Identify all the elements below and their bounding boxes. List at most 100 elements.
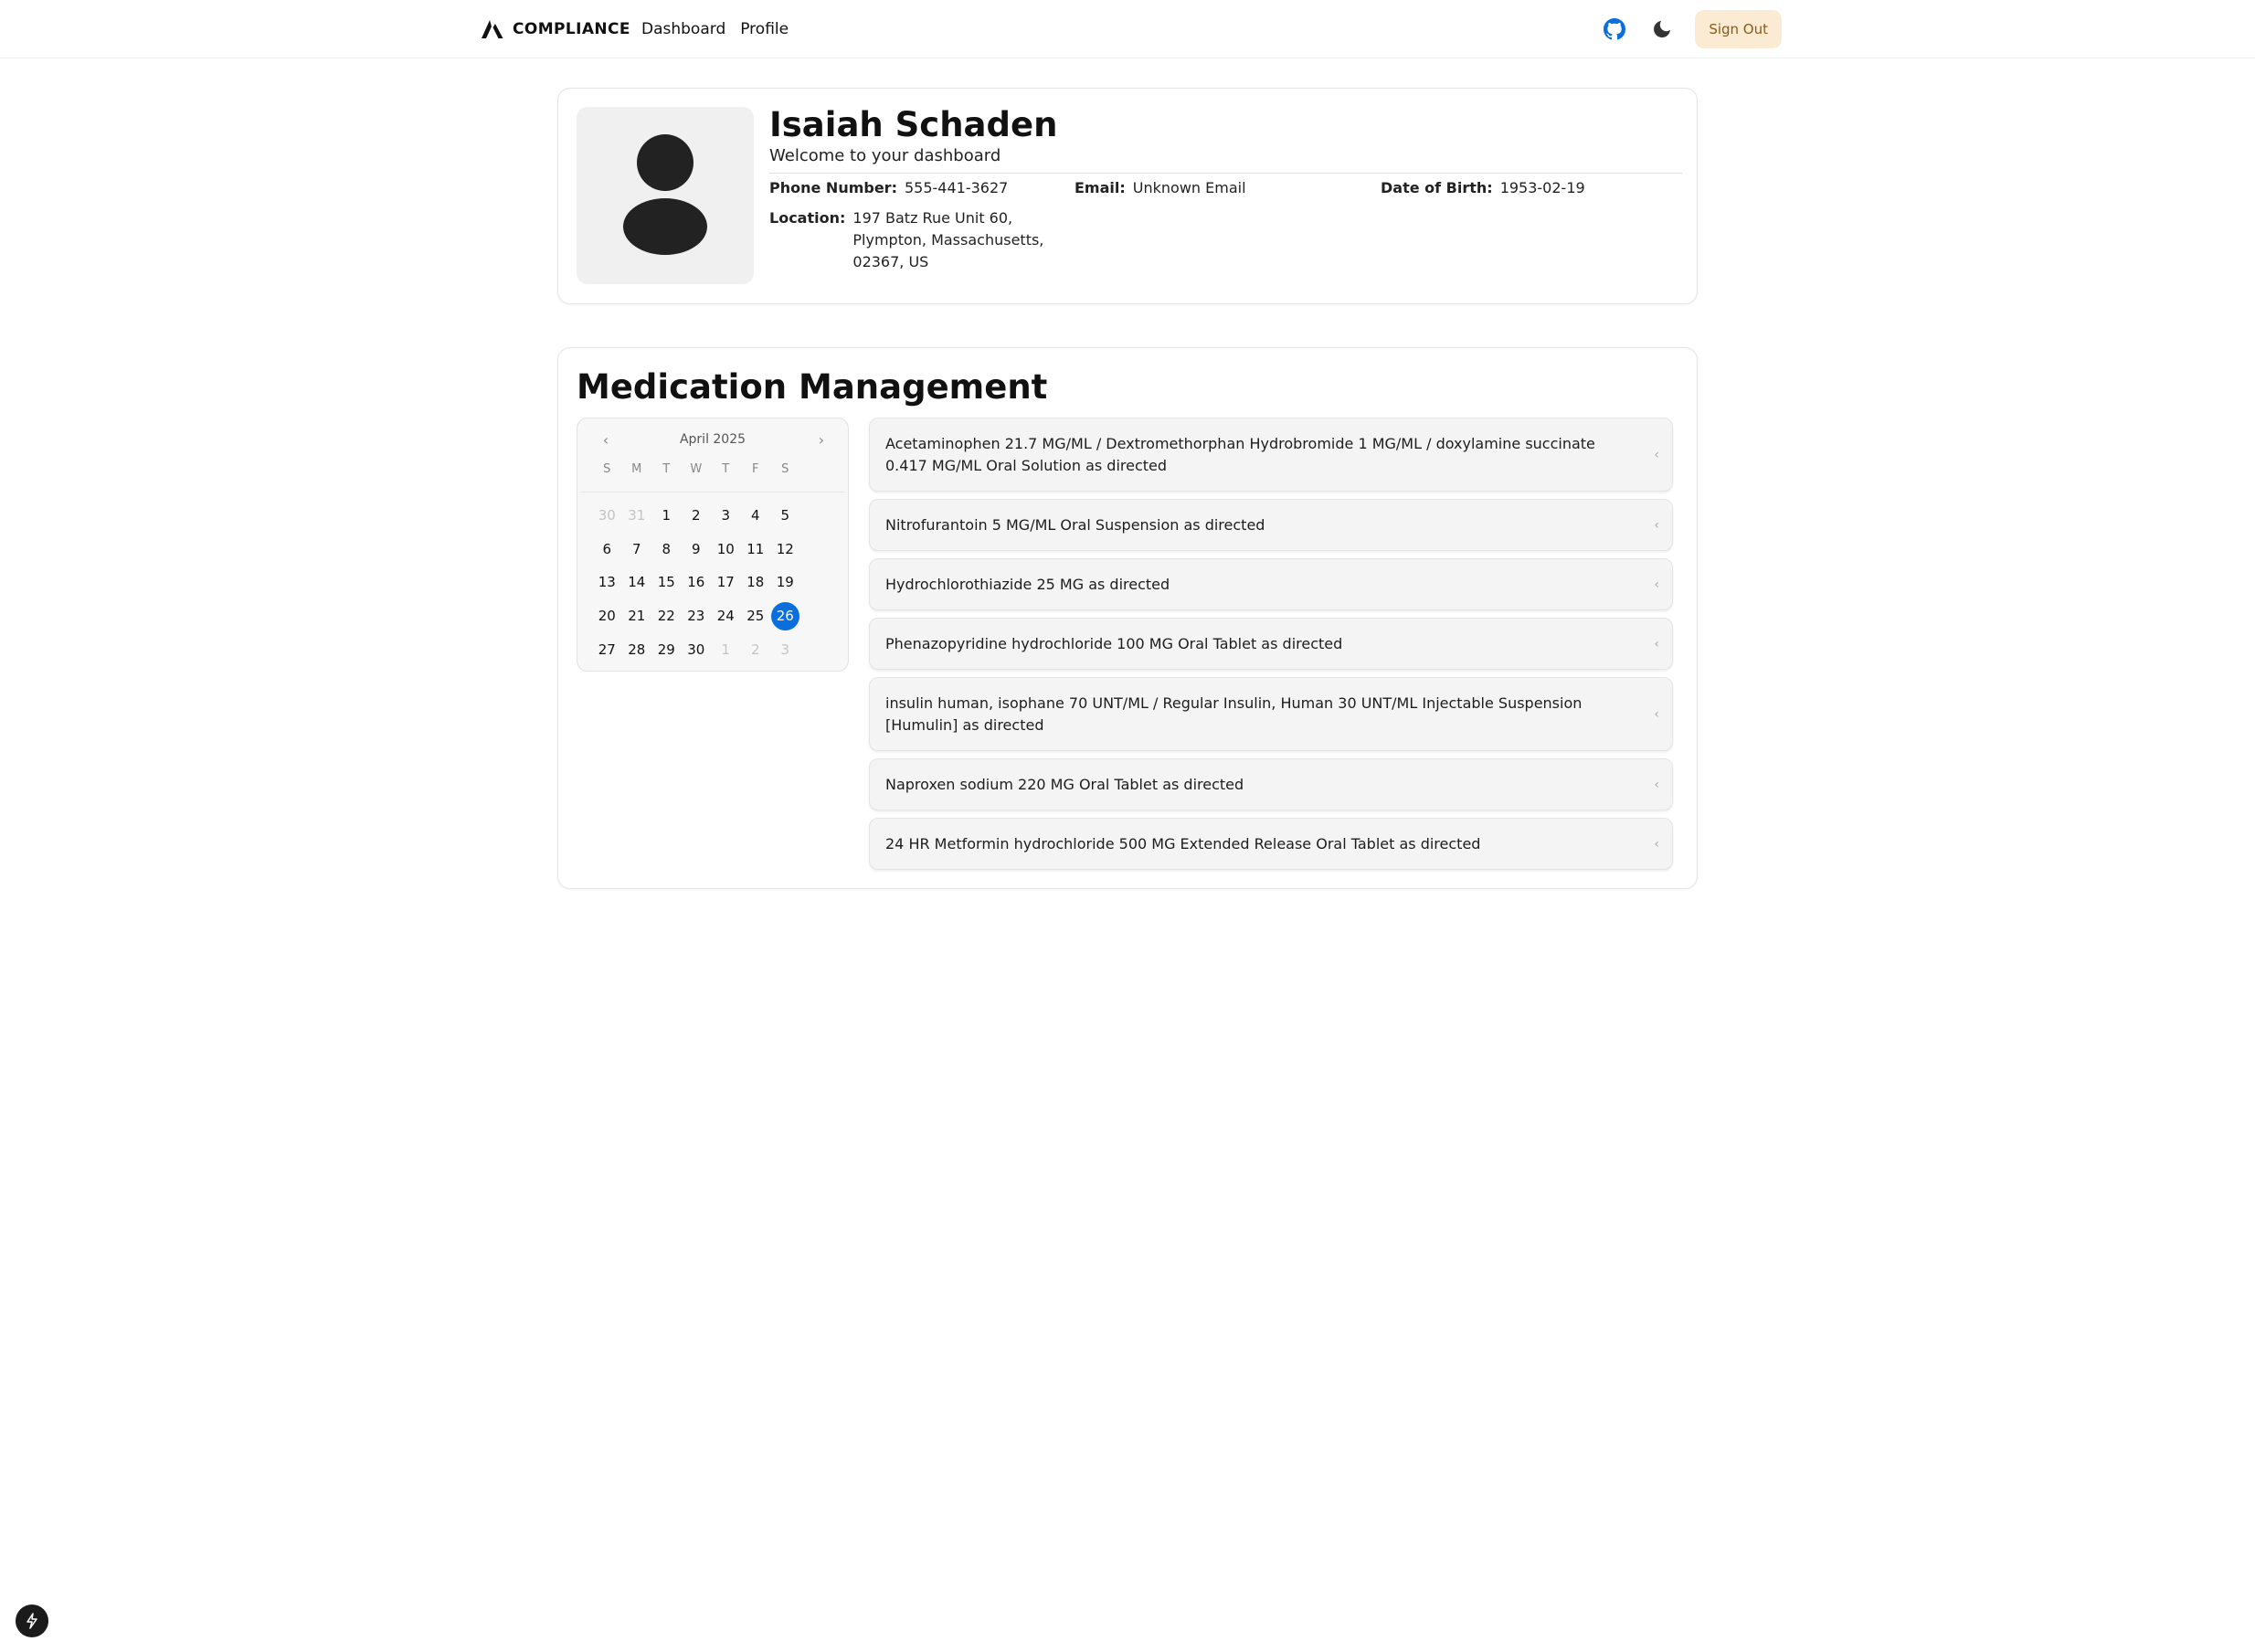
nav-link-dashboard[interactable]: Dashboard [641, 20, 725, 38]
calendar-month-label: April 2025 [679, 432, 746, 447]
calendar-day[interactable]: 17 [711, 566, 741, 599]
dev-tools-button[interactable] [16, 1604, 48, 1637]
avatar [577, 107, 754, 284]
calendar-weekdays: S M T W T F S [592, 462, 800, 476]
medication-item[interactable]: insulin human, isophane 70 UNT/ML / Regu… [869, 677, 1673, 751]
phone-value: 555-441-3627 [904, 179, 1009, 196]
calendar-day[interactable]: 21 [622, 599, 652, 633]
profile-name: Isaiah Schaden [769, 105, 1058, 144]
calendar-day[interactable]: 15 [651, 566, 682, 599]
medication-name: Phenazopyridine hydrochloride 100 MG Ora… [885, 634, 1343, 652]
brand[interactable]: COMPLIANCE [482, 17, 630, 41]
chevron-left-icon: ‹ [1654, 577, 1659, 592]
location-label: Location: [769, 209, 846, 227]
calendar-day-number: 24 [716, 608, 735, 625]
email-label: Email: [1075, 179, 1126, 196]
calendar-day[interactable]: 6 [592, 533, 622, 567]
chevron-left-icon: ‹ [1654, 447, 1659, 462]
calendar-day[interactable]: 22 [651, 599, 682, 633]
calendar-day-number: 14 [628, 574, 646, 591]
calendar-day[interactable]: 13 [592, 566, 622, 599]
calendar-day[interactable]: 25 [741, 599, 771, 633]
calendar-day[interactable]: 11 [741, 533, 771, 567]
calendar-day[interactable]: 30 [682, 632, 712, 666]
brand-name: COMPLIANCE [513, 20, 630, 38]
calendar-day[interactable]: 31 [622, 499, 652, 533]
email-value: Unknown Email [1132, 179, 1246, 196]
calendar-day-number: 12 [776, 540, 794, 557]
calendar-day-number: 7 [631, 540, 641, 557]
calendar-day-number: 1 [721, 641, 731, 658]
location-field: Location: 197 Batz Rue Unit 60, Plympton… [769, 207, 1044, 273]
nav-link-profile[interactable]: Profile [740, 20, 789, 38]
medication-name: Acetaminophen 21.7 MG/ML / Dextromethorp… [885, 434, 1595, 474]
calendar-day-number: 3 [721, 507, 731, 524]
moon-icon [1654, 21, 1671, 37]
calendar-day-number: 25 [746, 608, 765, 625]
triangle-logo-icon [482, 20, 503, 38]
medication-item[interactable]: Phenazopyridine hydrochloride 100 MG Ora… [869, 618, 1673, 670]
calendar-day[interactable]: 7 [622, 533, 652, 567]
calendar-day[interactable]: 18 [741, 566, 771, 599]
medication-item[interactable]: Nitrofurantoin 5 MG/ML Oral Suspension a… [869, 499, 1673, 551]
calendar-day[interactable]: 12 [770, 533, 800, 567]
calendar-day[interactable]: 8 [651, 533, 682, 567]
medication-item[interactable]: Hydrochlorothiazide 25 MG as directed ‹ [869, 558, 1673, 610]
calendar-day[interactable]: 28 [622, 632, 652, 666]
calendar-day[interactable]: 16 [682, 566, 712, 599]
calendar-day[interactable]: 9 [682, 533, 712, 567]
calendar-day-number: 11 [746, 540, 765, 557]
calendar-day-number: 1 [662, 507, 672, 524]
calendar-day-number: 6 [602, 540, 612, 557]
medication-item[interactable]: Acetaminophen 21.7 MG/ML / Dextromethorp… [869, 418, 1673, 492]
weekday-label: F [752, 462, 759, 476]
calendar-day[interactable]: 29 [651, 632, 682, 666]
calendar-day[interactable]: 24 [711, 599, 741, 633]
chevron-right-icon[interactable]: › [811, 429, 831, 450]
calendar-day-number: 8 [662, 540, 672, 557]
calendar-day[interactable]: 2 [741, 632, 771, 666]
calendar-day[interactable]: 19 [770, 566, 800, 599]
calendar-day-number: 29 [657, 641, 675, 658]
dob-field: Date of Birth: 1953-02-19 [1381, 177, 1692, 199]
calendar-day[interactable]: 14 [622, 566, 652, 599]
calendar-header: April 2025 ‹ › [577, 429, 848, 450]
medication-name: Naproxen sodium 220 MG Oral Tablet as di… [885, 775, 1244, 793]
calendar-day[interactable]: 27 [592, 632, 622, 666]
calendar-day-number: 19 [776, 574, 794, 591]
calendar-day[interactable]: 5 [770, 499, 800, 533]
calendar-day[interactable]: 1 [651, 499, 682, 533]
calendar-day[interactable]: 10 [711, 533, 741, 567]
calendar-day-number: 18 [746, 574, 765, 591]
chevron-left-icon: ‹ [1654, 706, 1659, 722]
calendar-day-number: 2 [750, 641, 760, 658]
profile-card: Isaiah Schaden Welcome to your dashboard… [557, 88, 1698, 304]
calendar-day-number: 28 [628, 641, 646, 658]
medication-item[interactable]: Naproxen sodium 220 MG Oral Tablet as di… [869, 758, 1673, 810]
github-button[interactable] [1600, 15, 1629, 44]
chevron-left-icon[interactable]: ‹ [596, 429, 616, 450]
calendar-day-number: 9 [691, 540, 701, 557]
calendar-day[interactable]: 3 [770, 632, 800, 666]
medication-item[interactable]: 24 HR Metformin hydrochloride 500 MG Ext… [869, 818, 1673, 870]
calendar-day[interactable]: 23 [682, 599, 712, 633]
calendar-day-number: 13 [598, 574, 616, 591]
calendar-day-number: 17 [716, 574, 735, 591]
theme-toggle-button[interactable] [1647, 15, 1677, 44]
dob-label: Date of Birth: [1381, 179, 1493, 196]
calendar-day-selected[interactable]: 26 [770, 599, 800, 633]
sign-out-button[interactable]: Sign Out [1695, 10, 1782, 48]
calendar-day[interactable]: 1 [711, 632, 741, 666]
calendar-day-number: 27 [598, 641, 616, 658]
calendar-day-number: 3 [780, 641, 790, 658]
calendar-day[interactable]: 4 [741, 499, 771, 533]
calendar-day[interactable]: 2 [682, 499, 712, 533]
calendar: April 2025 ‹ › S M T W T F S 30 31 1 2 3 4 5 6 7… [577, 418, 849, 672]
nav-actions: Sign Out [1600, 10, 1782, 48]
calendar-day[interactable]: 30 [592, 499, 622, 533]
calendar-day-number: 20 [598, 608, 616, 625]
chevron-left-icon: ‹ [1654, 517, 1659, 533]
calendar-day[interactable]: 20 [592, 599, 622, 633]
calendar-day[interactable]: 3 [711, 499, 741, 533]
location-value: 197 Batz Rue Unit 60, Plympton, Massachu… [852, 209, 1044, 270]
